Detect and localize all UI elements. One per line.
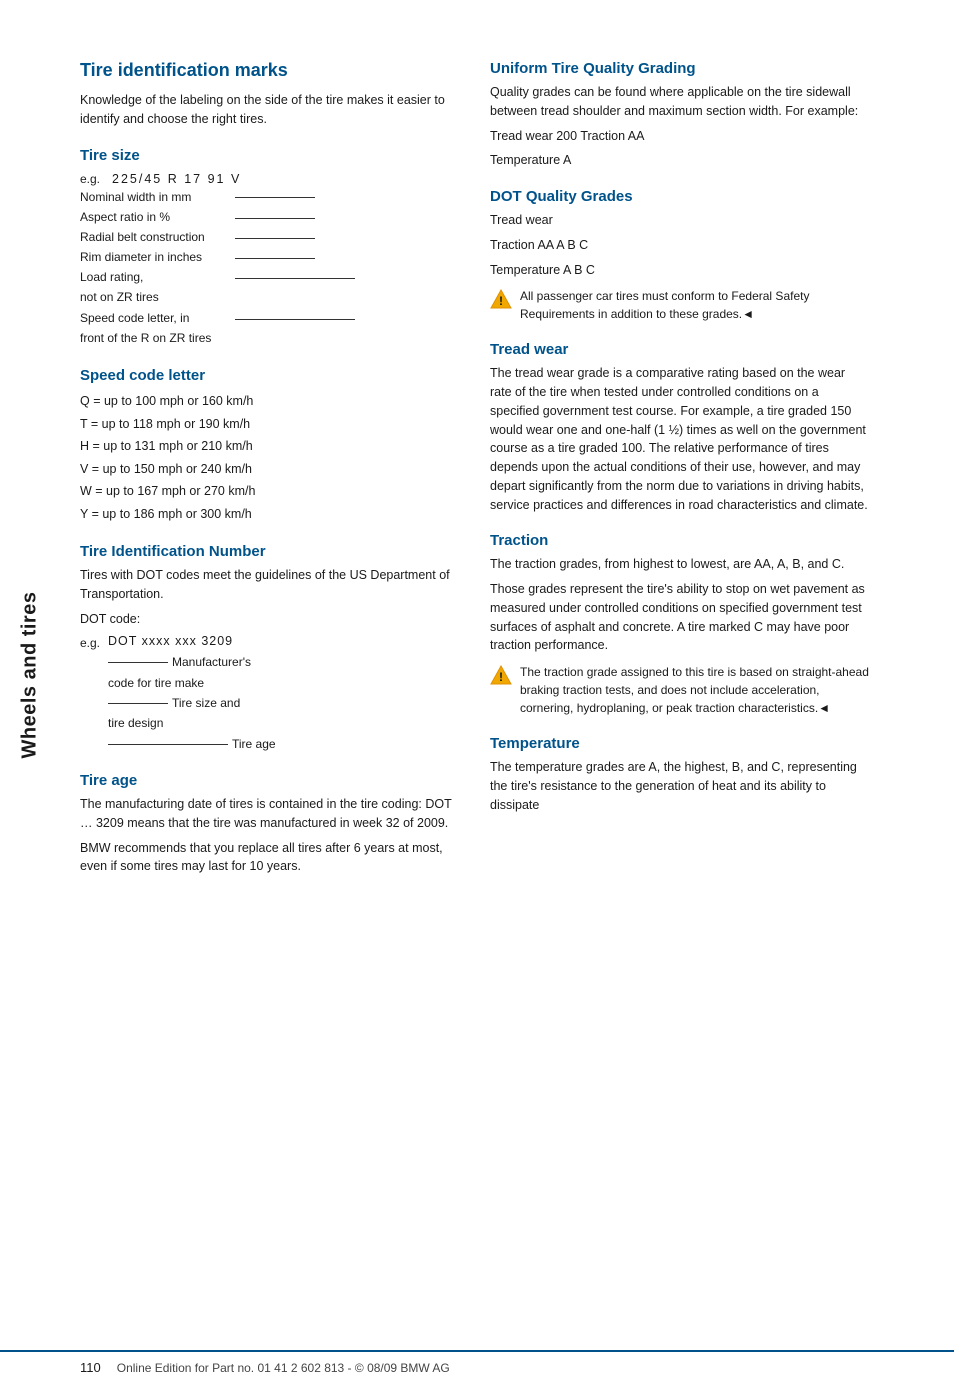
tire-size-rows: Nominal width in mm Aspect ratio in % Ra…	[80, 188, 355, 350]
page-title: Tire identification marks	[80, 60, 460, 81]
dot-quality-warning: ! All passenger car tires must conform t…	[490, 287, 870, 323]
speed-code-title: Speed code letter	[80, 367, 460, 384]
dot-labels: Manufacturer's code for tire make Tire s…	[108, 652, 276, 754]
size-row-line	[235, 329, 355, 349]
speed-code-list: Q = up to 100 mph or 160 km/h T = up to …	[80, 390, 460, 525]
list-item: W = up to 167 mph or 270 km/h	[80, 480, 460, 503]
footer: 110 Online Edition for Part no. 01 41 2 …	[0, 1350, 954, 1383]
tin-para1: Tires with DOT codes meet the guidelines…	[80, 566, 460, 604]
svg-text:!: !	[499, 294, 503, 308]
size-row-label: Load rating,	[80, 268, 235, 288]
table-row: e.g. DOT xxxx xxx 3209	[80, 634, 276, 652]
dot-label-row: tire design	[108, 713, 276, 733]
main-content: Tire identification marks Knowledge of t…	[60, 0, 954, 1350]
table-row: not on ZR tires	[80, 288, 355, 308]
list-item: Y = up to 186 mph or 300 km/h	[80, 503, 460, 526]
dot-quality-line3: Temperature A B C	[490, 261, 870, 280]
svg-text:!: !	[499, 670, 503, 684]
traction-title: Traction	[490, 532, 870, 549]
tire-age-para1: The manufacturing date of tires is conta…	[80, 795, 460, 833]
uniform-quality-example1: Tread wear 200 Traction AA	[490, 127, 870, 146]
eg-label-1: e.g.	[80, 172, 108, 186]
size-row-label: Aspect ratio in %	[80, 208, 235, 228]
traction-para1: The traction grades, from highest to low…	[490, 555, 870, 574]
dot-values: DOT xxxx xxx 3209	[108, 634, 276, 652]
dot-label: DOT code:	[80, 610, 460, 629]
list-item: T = up to 118 mph or 190 km/h	[80, 413, 460, 436]
page-number: 110	[80, 1360, 101, 1375]
list-item: H = up to 131 mph or 210 km/h	[80, 435, 460, 458]
table-row: Radial belt construction	[80, 228, 355, 248]
tire-size-diagram: e.g. 225/45 R 17 91 V Nominal width in m…	[80, 172, 460, 350]
size-row-line	[235, 208, 355, 228]
list-item: Q = up to 100 mph or 160 km/h	[80, 390, 460, 413]
list-item: V = up to 150 mph or 240 km/h	[80, 458, 460, 481]
page-container: Wheels and tires Tire identification mar…	[0, 0, 954, 1350]
uniform-quality-title: Uniform Tire Quality Grading	[490, 60, 870, 77]
uniform-quality-para1: Quality grades can be found where applic…	[490, 83, 870, 121]
dot-eg-label: e.g.	[80, 634, 108, 652]
right-column: Uniform Tire Quality Grading Quality gra…	[490, 60, 870, 1320]
traction-warning: ! The traction grade assigned to this ti…	[490, 663, 870, 717]
size-row-line	[235, 309, 355, 329]
size-row-label: Rim diameter in inches	[80, 248, 235, 268]
dot-label-row: Tire size and	[108, 693, 276, 713]
warning-icon: !	[490, 664, 512, 686]
tread-wear-title: Tread wear	[490, 341, 870, 358]
size-row-label: Radial belt construction	[80, 228, 235, 248]
uniform-quality-example2: Temperature A	[490, 151, 870, 170]
table-row: Nominal width in mm	[80, 188, 355, 208]
footer-copyright: Online Edition for Part no. 01 41 2 602 …	[117, 1361, 450, 1375]
tire-size-values: 225/45 R 17 91 V	[112, 172, 241, 186]
dot-quality-title: DOT Quality Grades	[490, 188, 870, 205]
warning-icon: !	[490, 288, 512, 310]
tire-size-title: Tire size	[80, 147, 460, 164]
temperature-para: The temperature grades are A, the highes…	[490, 758, 870, 814]
sidebar: Wheels and tires	[0, 0, 60, 1350]
size-row-label: front of the R on ZR tires	[80, 329, 235, 349]
tin-title: Tire Identification Number	[80, 543, 460, 560]
dot-diagram: e.g. DOT xxxx xxx 3209 Manufacturer's co…	[80, 634, 276, 754]
tire-age-para2: BMW recommends that you replace all tire…	[80, 839, 460, 877]
size-row-line	[235, 248, 355, 268]
dot-quality-line1: Tread wear	[490, 211, 870, 230]
dot-label-row: Manufacturer's	[108, 652, 276, 672]
dot-label-row: code for tire make	[108, 673, 276, 693]
table-row: Manufacturer's code for tire make Tire s…	[80, 652, 276, 754]
dot-quality-warning-text: All passenger car tires must conform to …	[520, 287, 870, 323]
tire-age-title: Tire age	[80, 772, 460, 789]
traction-warning-text: The traction grade assigned to this tire…	[520, 663, 870, 717]
tread-wear-para: The tread wear grade is a comparative ra…	[490, 364, 870, 514]
table-row: Rim diameter in inches	[80, 248, 355, 268]
table-row: Aspect ratio in %	[80, 208, 355, 228]
page-intro: Knowledge of the labeling on the side of…	[80, 91, 460, 129]
left-column: Tire identification marks Knowledge of t…	[80, 60, 460, 1320]
size-row-line	[235, 268, 355, 288]
table-row: Speed code letter, in	[80, 309, 355, 329]
dot-quality-line2: Traction AA A B C	[490, 236, 870, 255]
temperature-title: Temperature	[490, 735, 870, 752]
sidebar-label: Wheels and tires	[19, 592, 42, 759]
table-row: Load rating,	[80, 268, 355, 288]
dot-label-row: Tire age	[108, 734, 276, 754]
size-row-label: Nominal width in mm	[80, 188, 235, 208]
size-row-label: not on ZR tires	[80, 288, 235, 308]
size-row-line	[235, 228, 355, 248]
size-row-label: Speed code letter, in	[80, 309, 235, 329]
table-row: front of the R on ZR tires	[80, 329, 355, 349]
size-row-line	[235, 188, 355, 208]
size-row-line	[235, 288, 355, 308]
traction-para2: Those grades represent the tire's abilit…	[490, 580, 870, 655]
